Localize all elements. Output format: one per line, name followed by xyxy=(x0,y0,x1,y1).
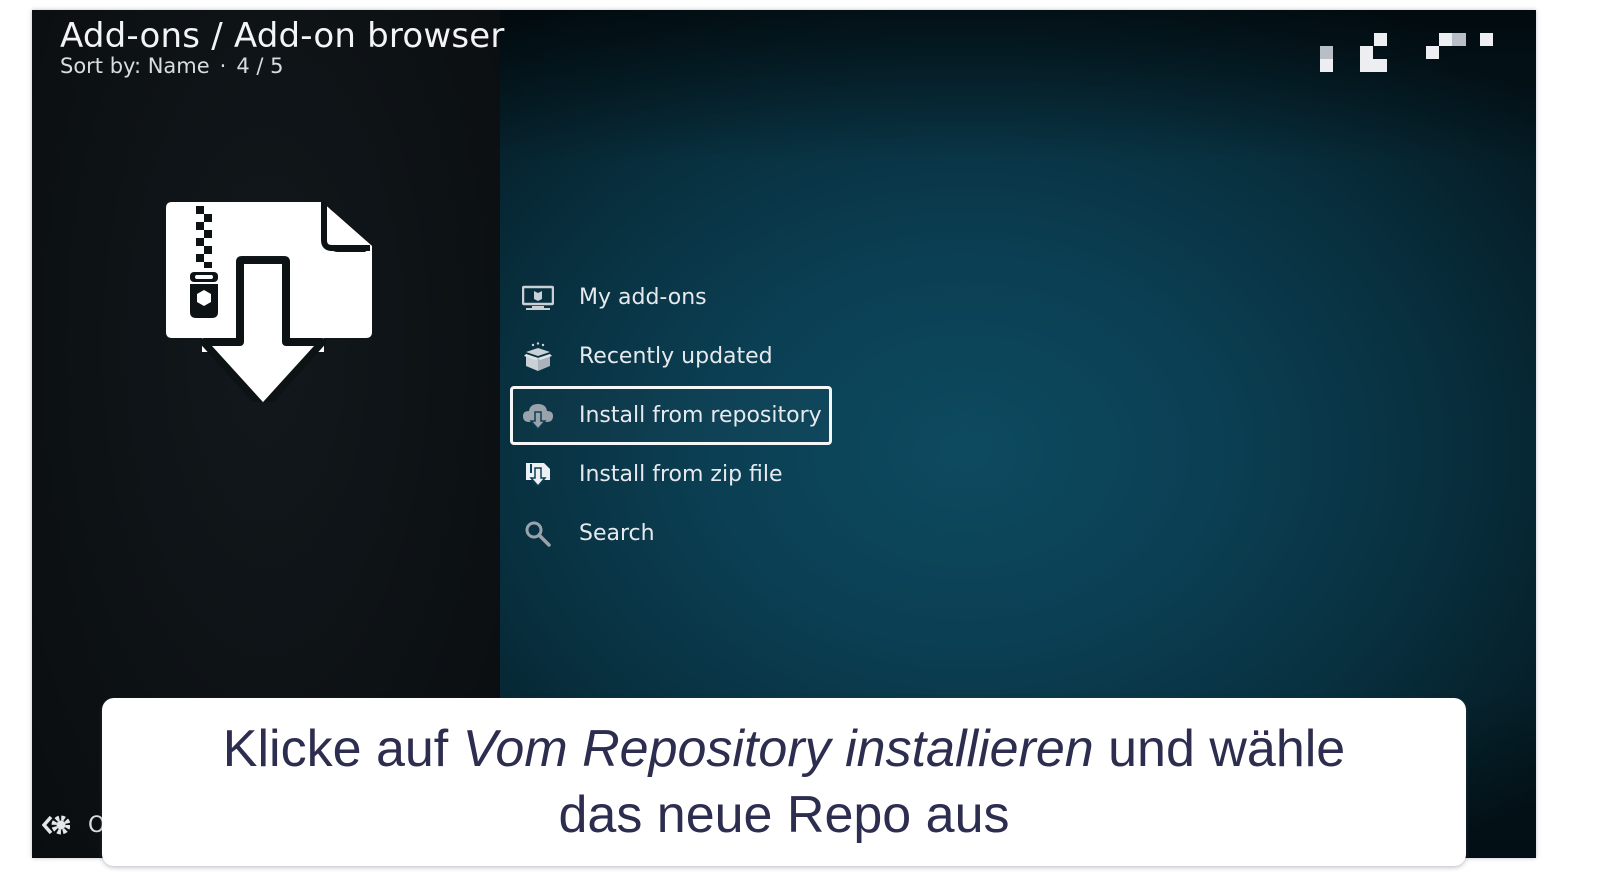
addon-browser-menu: My add-ons Recently updated Install from… xyxy=(510,268,832,563)
instruction-caption: Klicke auf Vom Repository installieren u… xyxy=(102,698,1466,866)
menu-item-label: Recently updated xyxy=(579,344,773,369)
menu-item-recently-updated[interactable]: Recently updated xyxy=(510,327,832,386)
item-position: 4 / 5 xyxy=(236,54,284,78)
zip-download-icon xyxy=(521,458,555,492)
menu-item-install-from-repository[interactable]: Install from repository xyxy=(510,386,832,445)
sort-info: Sort by: Name · 4 / 5 xyxy=(60,54,284,78)
page-title: Add-ons / Add-on browser xyxy=(60,16,505,56)
menu-item-my-addons[interactable]: My add-ons xyxy=(510,268,832,327)
clock-display xyxy=(1320,26,1520,76)
zip-file-download-icon xyxy=(166,202,372,402)
menu-item-label: Install from zip file xyxy=(579,462,783,487)
caption-line-2: das neue Repo aus xyxy=(558,786,1010,844)
menu-item-label: Search xyxy=(579,521,655,546)
caption-line-1: Klicke auf Vom Repository installieren u… xyxy=(223,716,1345,782)
separator: · xyxy=(219,54,227,78)
sort-label[interactable]: Sort by: Name xyxy=(60,54,210,78)
caption-emphasis: Vom Repository installieren xyxy=(462,720,1094,778)
monitor-addon-icon xyxy=(521,281,555,315)
menu-item-search[interactable]: Search xyxy=(510,504,832,563)
open-box-icon xyxy=(521,340,555,374)
menu-item-install-from-zip[interactable]: Install from zip file xyxy=(510,445,832,504)
addon-settings-icon[interactable] xyxy=(42,810,70,840)
menu-item-label: Install from repository xyxy=(579,403,822,428)
menu-item-label: My add-ons xyxy=(579,285,707,310)
caption-text: Klicke auf xyxy=(222,720,463,778)
cloud-download-icon xyxy=(521,399,555,433)
caption-text: und wähle xyxy=(1093,720,1346,778)
search-icon xyxy=(521,517,555,551)
